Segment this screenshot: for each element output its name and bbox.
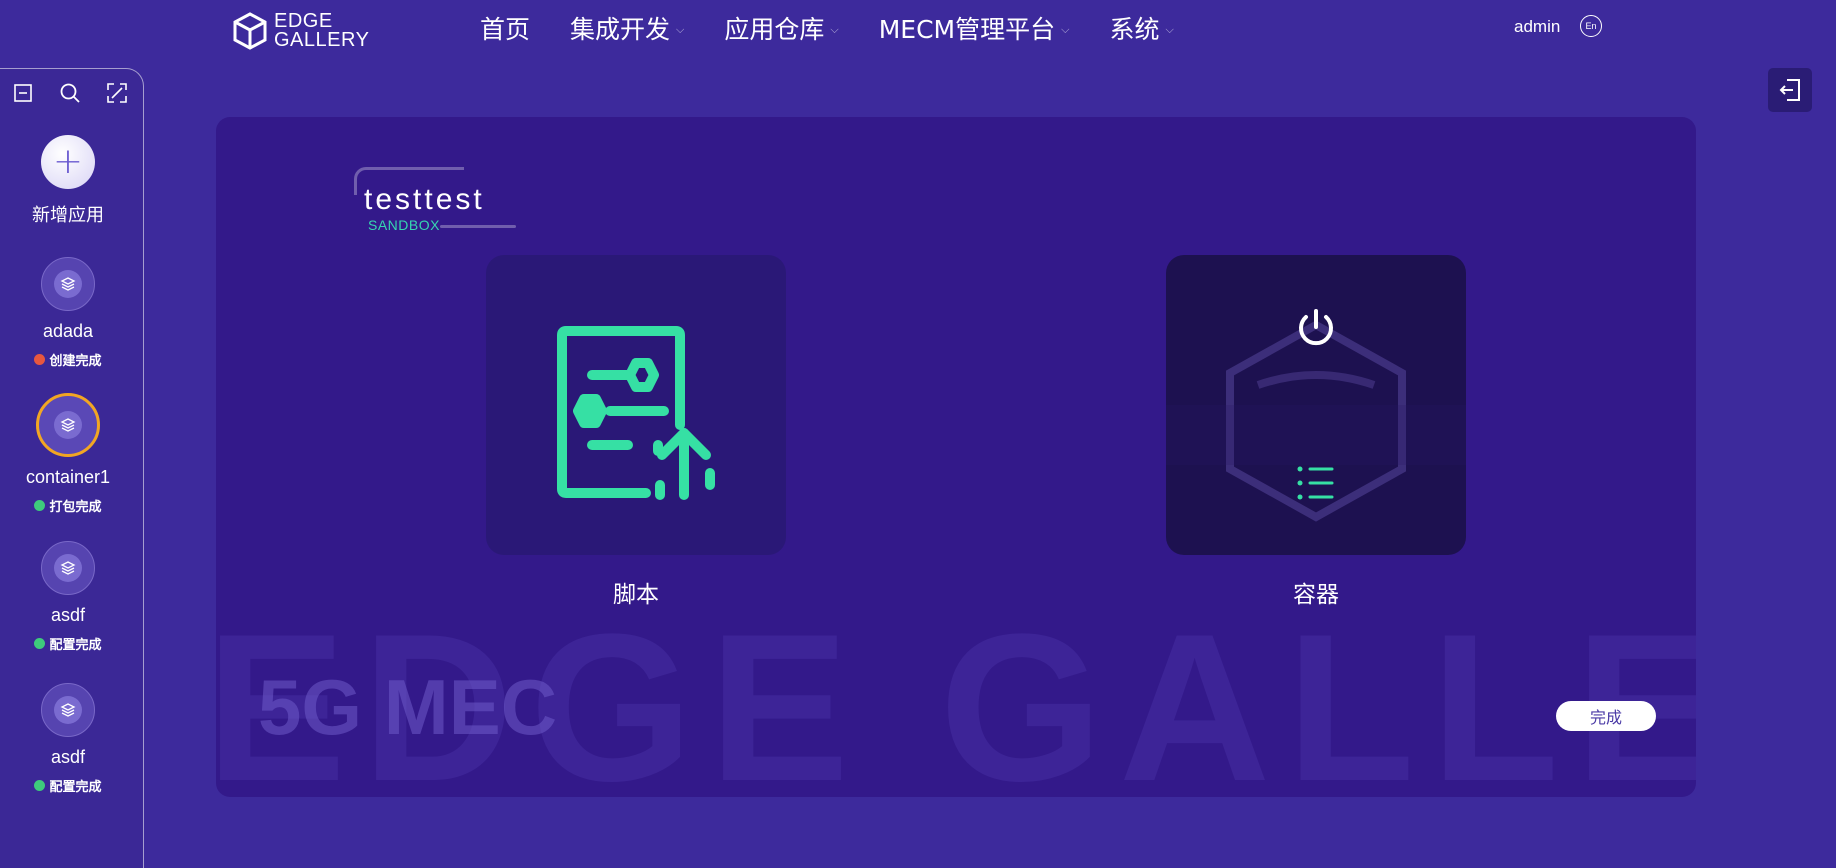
logo-line2: GALLERY bbox=[274, 29, 370, 51]
title-underline-decoration bbox=[440, 225, 516, 228]
container-card-label: 容器 bbox=[1293, 582, 1339, 608]
app-status: 配置完成 bbox=[0, 634, 141, 653]
app-avatar bbox=[36, 393, 100, 457]
nav-mecm[interactable]: MECM管理平台 ⌵ bbox=[879, 10, 1070, 46]
app-sidebar: + 新增应用 adada 创建完成 container1 打包完成 asdf 配… bbox=[0, 68, 144, 868]
app-name: container1 bbox=[25, 467, 111, 487]
search-icon[interactable] bbox=[58, 81, 82, 105]
chevron-down-icon: ⌵ bbox=[676, 23, 685, 36]
sidebar-app-item-selected[interactable]: container1 打包完成 bbox=[0, 393, 141, 515]
nav-integration-label: 集成开发 bbox=[570, 15, 671, 44]
app-avatar bbox=[41, 541, 95, 595]
language-toggle[interactable]: En bbox=[1580, 15, 1602, 37]
app-status: 配置完成 bbox=[0, 776, 141, 795]
status-error-icon bbox=[34, 354, 46, 365]
nav-system-label: 系统 bbox=[1109, 15, 1160, 44]
sidebar-app-item[interactable]: adada 创建完成 bbox=[0, 257, 141, 369]
layers-icon bbox=[54, 411, 82, 439]
add-app-button[interactable]: + bbox=[41, 135, 95, 189]
cube-logo-icon bbox=[233, 12, 267, 50]
nav-system[interactable]: 系统 ⌵ bbox=[1109, 10, 1173, 46]
done-button[interactable]: 完成 bbox=[1556, 701, 1656, 731]
nav-home[interactable]: 首页 bbox=[480, 10, 530, 46]
sidebar-app-item[interactable]: asdf 配置完成 bbox=[0, 541, 141, 653]
project-title: testtest bbox=[364, 183, 485, 216]
fullscreen-icon[interactable] bbox=[105, 81, 129, 105]
nav-mecm-label: MECM管理平台 bbox=[878, 15, 1056, 44]
add-app-label: 新增应用 bbox=[32, 205, 104, 226]
list-icon bbox=[1297, 466, 1334, 500]
script-card[interactable] bbox=[486, 255, 786, 555]
nav-home-label: 首页 bbox=[480, 15, 531, 44]
app-name: asdf bbox=[50, 747, 86, 767]
app-avatar bbox=[41, 683, 95, 737]
chevron-down-icon: ⌵ bbox=[1061, 23, 1070, 36]
logo[interactable]: EDGE GALLERY bbox=[232, 11, 370, 51]
logout-icon bbox=[1779, 79, 1800, 101]
status-success-icon bbox=[34, 638, 46, 649]
main-panel: EDGE GALLERY 5G MEC testtest SANDBOX 脚本 bbox=[216, 117, 1696, 797]
chevron-down-icon: ⌵ bbox=[1165, 23, 1174, 36]
app-avatar bbox=[41, 257, 95, 311]
main-nav: 首页 集成开发 ⌵ 应用仓库 ⌵ MECM管理平台 ⌵ 系统 ⌵ bbox=[480, 10, 1214, 46]
app-name: asdf bbox=[50, 605, 86, 625]
app-status: 创建完成 bbox=[0, 350, 141, 369]
project-subtitle: SANDBOX bbox=[368, 217, 440, 233]
collapse-icon[interactable] bbox=[11, 81, 35, 105]
status-success-icon bbox=[34, 500, 46, 511]
chevron-down-icon: ⌵ bbox=[830, 23, 839, 36]
power-icon bbox=[1299, 309, 1333, 346]
nav-integration[interactable]: 集成开发 ⌵ bbox=[570, 10, 684, 46]
slogan-text: 5G MEC bbox=[258, 663, 558, 751]
app-status-text: 打包完成 bbox=[49, 500, 102, 515]
container-card[interactable] bbox=[1166, 255, 1466, 555]
app-status: 打包完成 bbox=[0, 496, 141, 515]
robot-face-watermark-icon bbox=[1166, 320, 1466, 522]
nav-app-store-label: 应用仓库 bbox=[724, 15, 825, 44]
script-card-label: 脚本 bbox=[613, 582, 659, 608]
layers-icon bbox=[54, 270, 82, 298]
user-name[interactable]: admin bbox=[1514, 17, 1560, 37]
sidebar-toolbar bbox=[5, 81, 135, 105]
app-status-text: 配置完成 bbox=[49, 780, 102, 795]
app-name: adada bbox=[42, 321, 94, 341]
script-upload-icon bbox=[557, 326, 715, 500]
layers-icon bbox=[54, 696, 82, 724]
nav-app-store[interactable]: 应用仓库 ⌵ bbox=[724, 10, 838, 46]
app-status-text: 配置完成 bbox=[49, 638, 102, 653]
layers-icon bbox=[54, 554, 82, 582]
status-success-icon bbox=[34, 780, 46, 791]
app-status-text: 创建完成 bbox=[49, 354, 102, 369]
top-navbar: EDGE GALLERY 首页 集成开发 ⌵ 应用仓库 ⌵ MECM管理平台 ⌵ 系统… bbox=[0, 0, 1836, 60]
sidebar-app-item[interactable]: asdf 配置完成 bbox=[0, 683, 141, 795]
exit-button[interactable] bbox=[1768, 68, 1812, 112]
logo-text: EDGE GALLERY bbox=[274, 11, 370, 51]
